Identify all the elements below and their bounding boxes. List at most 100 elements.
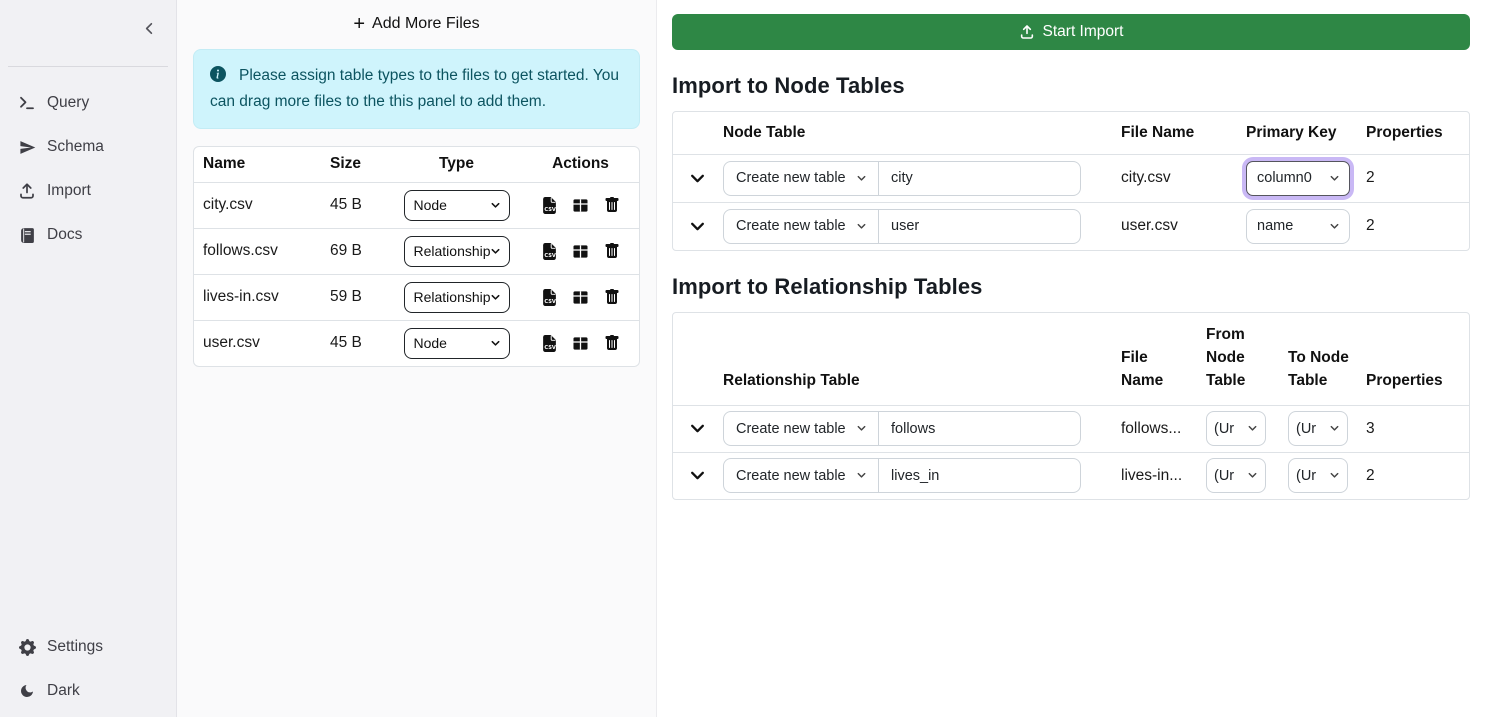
file-name: lives-in.csv	[194, 274, 321, 320]
info-alert-text: Please assign table types to the files t…	[210, 67, 619, 110]
sidebar-item-dark-mode[interactable]: Dark	[18, 677, 176, 705]
table-mode-select[interactable]: Create new table	[723, 411, 879, 446]
chevron-down-icon	[689, 170, 706, 187]
relationship-tables-table: Relationship Table File Name From Node T…	[672, 312, 1470, 500]
primary-key-select[interactable]: column0	[1246, 161, 1350, 196]
chevron-down-icon	[689, 420, 706, 437]
plus-icon: +	[353, 17, 365, 31]
trash-icon	[604, 197, 620, 213]
preview-csv-button[interactable]: CSV	[541, 196, 559, 214]
file-name: city.csv	[194, 182, 321, 228]
table-icon	[572, 289, 589, 306]
csv-file-icon: CSV	[541, 289, 558, 306]
delete-file-button[interactable]	[603, 288, 621, 306]
column-header-file-name: File Name	[1111, 112, 1236, 154]
table-icon	[572, 197, 589, 214]
file-type-select[interactable]: Relationship	[404, 236, 510, 267]
chevron-left-icon	[142, 21, 157, 36]
trash-icon	[604, 243, 620, 259]
file-type-select[interactable]: Node	[404, 328, 510, 359]
row-properties-count: 2	[1358, 154, 1469, 202]
column-header-to-node-table: To Node Table	[1278, 313, 1358, 405]
sidebar-item-query[interactable]: Query	[18, 89, 176, 117]
upload-icon	[18, 182, 36, 200]
chevron-down-icon	[1247, 470, 1258, 481]
from-node-table-select[interactable]: (Ur	[1206, 458, 1266, 493]
sidebar-item-docs[interactable]: Docs	[18, 221, 176, 249]
chevron-down-icon	[490, 338, 501, 349]
csv-file-icon: CSV	[541, 335, 558, 352]
chevron-down-icon	[1329, 470, 1340, 481]
sidebar-nav: Query Schema Import Docs	[0, 67, 176, 265]
sidebar-item-label: Dark	[47, 682, 80, 700]
relationship-table-header-row: Relationship Table File Name From Node T…	[673, 313, 1469, 405]
table-name-input[interactable]	[879, 411, 1081, 446]
sidebar-item-label: Settings	[47, 638, 103, 656]
expand-row-button[interactable]	[687, 466, 707, 486]
chevron-down-icon	[856, 221, 867, 232]
view-table-button[interactable]	[572, 196, 590, 214]
sidebar-item-import[interactable]: Import	[18, 177, 176, 205]
file-type-select[interactable]: Relationship	[404, 282, 510, 313]
terminal-icon	[18, 94, 36, 112]
file-type-select[interactable]: Node	[404, 190, 510, 221]
start-import-button[interactable]: Start Import	[672, 14, 1470, 50]
delete-file-button[interactable]	[603, 196, 621, 214]
file-row: follows.csv 69 B Relationship CSV	[194, 228, 640, 274]
column-header-relationship-table: Relationship Table	[713, 313, 1111, 405]
add-more-files-button[interactable]: + Add More Files	[193, 0, 640, 43]
row-properties-count: 3	[1358, 405, 1469, 452]
primary-key-select[interactable]: name	[1246, 209, 1350, 244]
view-table-button[interactable]	[572, 242, 590, 260]
preview-csv-button[interactable]: CSV	[541, 334, 559, 352]
preview-csv-button[interactable]: CSV	[541, 288, 559, 306]
delete-file-button[interactable]	[603, 242, 621, 260]
gear-icon	[18, 638, 36, 656]
moon-icon	[18, 682, 36, 700]
column-header-size: Size	[321, 147, 394, 182]
chevron-down-icon	[689, 218, 706, 235]
table-name-input[interactable]	[879, 458, 1081, 493]
row-file-name: lives-in...	[1111, 452, 1196, 499]
sidebar-collapse-button[interactable]	[138, 17, 160, 39]
chevron-down-icon	[689, 467, 706, 484]
table-mode-select[interactable]: Create new table	[723, 209, 879, 244]
node-import-row: Create new table user.csv name	[673, 202, 1469, 250]
table-mode-select[interactable]: Create new table	[723, 161, 879, 196]
relationship-import-row: Create new table lives-in... (Ur	[673, 452, 1469, 499]
svg-text:CSV: CSV	[544, 298, 556, 304]
svg-text:CSV: CSV	[544, 206, 556, 212]
from-node-table-select[interactable]: (Ur	[1206, 411, 1266, 446]
chevron-down-icon	[490, 246, 501, 257]
chevron-down-icon	[1247, 423, 1258, 434]
chevron-down-icon	[1329, 173, 1340, 184]
to-node-table-select[interactable]: (Ur	[1288, 411, 1348, 446]
view-table-button[interactable]	[572, 334, 590, 352]
to-node-table-select[interactable]: (Ur	[1288, 458, 1348, 493]
chevron-down-icon	[856, 470, 867, 481]
info-icon	[210, 66, 226, 90]
preview-csv-button[interactable]: CSV	[541, 242, 559, 260]
column-header-from-node-table: From Node Table	[1196, 313, 1278, 405]
csv-file-icon: CSV	[541, 197, 558, 214]
table-name-input[interactable]	[879, 209, 1081, 244]
start-import-label: Start Import	[1043, 23, 1124, 41]
sidebar-footer: Settings Dark	[0, 633, 176, 717]
sidebar: Query Schema Import Docs	[0, 0, 177, 717]
files-panel: + Add More Files Please assign table typ…	[177, 0, 657, 717]
sidebar-item-settings[interactable]: Settings	[18, 633, 176, 661]
view-table-button[interactable]	[572, 288, 590, 306]
files-table-header-row: Name Size Type Actions	[194, 147, 640, 182]
expand-row-button[interactable]	[687, 419, 707, 439]
delete-file-button[interactable]	[603, 334, 621, 352]
chevron-down-icon	[856, 173, 867, 184]
table-name-input[interactable]	[879, 161, 1081, 196]
table-mode-select[interactable]: Create new table	[723, 458, 879, 493]
expand-row-button[interactable]	[687, 216, 707, 236]
row-properties-count: 2	[1358, 202, 1469, 250]
sidebar-item-schema[interactable]: Schema	[18, 133, 176, 161]
expand-row-button[interactable]	[687, 168, 707, 188]
file-row: city.csv 45 B Node CSV	[194, 182, 640, 228]
column-header-properties: Properties	[1358, 313, 1469, 405]
send-icon	[18, 138, 36, 156]
